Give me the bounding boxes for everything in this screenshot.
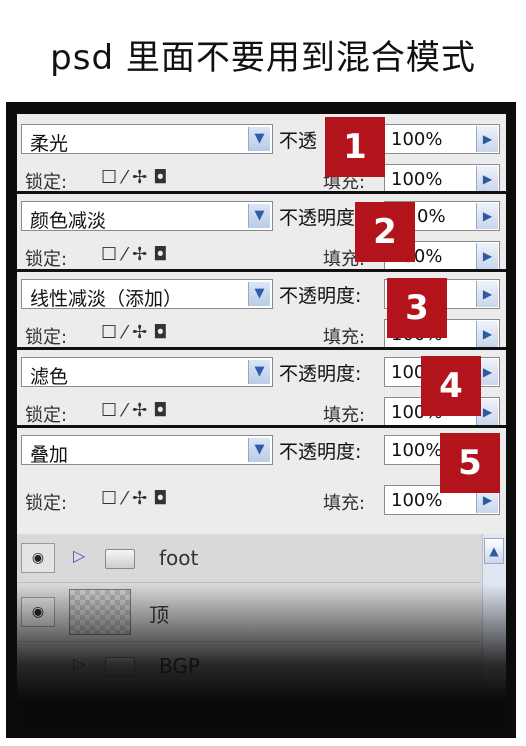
- fill-value: 100%: [391, 490, 443, 511]
- layers-list: ◉ ▷ foot ◉ 顶 ▷ BGP ▲: [17, 534, 506, 730]
- blend-mode-strip-2: 颜色减淡 ▼ 不透明度 0% ▶ 锁定: ☐⁄✢◘ 填充: 100% ▶: [17, 191, 506, 271]
- fill-label: 填充:: [323, 405, 366, 426]
- arrow-right-icon[interactable]: ▶: [476, 166, 498, 192]
- badge-5: 5: [440, 433, 500, 493]
- lock-row: 锁定: ☐⁄✢◘ 填充: 100% ▶: [17, 239, 506, 271]
- opacity-label: 不透: [279, 130, 318, 152]
- badge-1: 1: [325, 117, 385, 177]
- blend-row: 叠加 ▼ 不透明度: 100% ▶: [17, 425, 506, 469]
- blend-mode-select[interactable]: 颜色减淡 ▼: [21, 201, 273, 232]
- blend-mode-select[interactable]: 滤色 ▼: [21, 357, 273, 388]
- lock-icons[interactable]: ☐⁄✢◘: [101, 167, 173, 188]
- fill-label: 填充:: [323, 493, 366, 514]
- blend-mode-label: 叠加: [30, 444, 69, 466]
- arrow-right-icon[interactable]: ▶: [476, 281, 498, 307]
- blend-mode-select[interactable]: 叠加 ▼: [21, 435, 273, 466]
- layer-name: BGP: [159, 654, 200, 678]
- fill-value: 100%: [391, 169, 443, 190]
- badge-3: 3: [387, 278, 447, 338]
- list-item[interactable]: ◉ 顶: [17, 583, 481, 642]
- layers-panel: 柔光 ▼ 不透 100% ▶ 锁定: ☐⁄✢◘ 填充: 100% ▶ 1 颜色减…: [17, 114, 506, 730]
- arrow-right-icon[interactable]: ▶: [476, 321, 498, 347]
- scrollbar[interactable]: ▲: [482, 534, 506, 730]
- arrow-right-icon[interactable]: ▶: [476, 243, 498, 269]
- layer-thumbnail: [69, 589, 131, 635]
- chevron-down-icon[interactable]: ▼: [248, 127, 270, 151]
- lock-icons[interactable]: ☐⁄✢◘: [101, 488, 173, 509]
- blend-row: 柔光 ▼ 不透 100% ▶: [17, 114, 506, 158]
- lock-label: 锁定:: [25, 249, 68, 270]
- scroll-up-icon[interactable]: ▲: [484, 538, 504, 564]
- lock-row: 锁定: ☐⁄✢◘ 填充: 100% ▶: [17, 162, 506, 194]
- opacity-value: 0%: [417, 206, 446, 227]
- opacity-value: 100%: [391, 440, 443, 461]
- lock-icons[interactable]: ☐⁄✢◘: [101, 322, 173, 343]
- chevron-down-icon[interactable]: ▼: [248, 204, 270, 228]
- opacity-value: 100%: [391, 129, 443, 150]
- fill-field[interactable]: 100% ▶: [384, 164, 500, 194]
- disclosure-triangle-icon[interactable]: ▷: [73, 546, 85, 565]
- blend-mode-select[interactable]: 柔光 ▼: [21, 124, 273, 155]
- opacity-label: 不透明度: [279, 207, 356, 229]
- blend-mode-label: 柔光: [30, 133, 69, 155]
- badge-2: 2: [355, 202, 415, 262]
- lock-row: 锁定: ☐⁄✢◘ 填充: 100% ▶: [17, 483, 506, 519]
- folder-icon: [105, 549, 135, 569]
- opacity-label: 不透明度:: [279, 363, 362, 385]
- lock-icons[interactable]: ☐⁄✢◘: [101, 244, 173, 265]
- blend-row: 颜色减淡 ▼ 不透明度 0% ▶: [17, 191, 506, 235]
- lock-label: 锁定:: [25, 493, 68, 514]
- blend-mode-label: 颜色减淡: [30, 210, 107, 232]
- chevron-down-icon[interactable]: ▼: [248, 438, 270, 462]
- eye-icon[interactable]: ◉: [21, 597, 55, 627]
- badge-4: 4: [421, 356, 481, 416]
- lock-icons[interactable]: ☐⁄✢◘: [101, 400, 173, 421]
- layer-name: foot: [159, 546, 199, 570]
- folder-icon: [105, 657, 135, 677]
- lock-label: 锁定:: [25, 327, 68, 348]
- blend-mode-label: 滤色: [30, 366, 69, 388]
- opacity-field[interactable]: 100% ▶: [384, 124, 500, 154]
- arrow-right-icon[interactable]: ▶: [476, 203, 498, 229]
- blend-mode-label: 线性减淡（添加）: [30, 288, 183, 310]
- page-title: psd 里面不要用到混合模式: [50, 38, 476, 78]
- lock-label: 锁定:: [25, 405, 68, 426]
- opacity-label: 不透明度:: [279, 441, 362, 463]
- arrow-right-icon[interactable]: ▶: [476, 126, 498, 152]
- list-item[interactable]: ◉ ▷ foot: [17, 534, 481, 583]
- layer-name: 顶: [149, 603, 169, 627]
- disclosure-triangle-icon[interactable]: ▷: [73, 654, 85, 673]
- list-item[interactable]: ▷ BGP: [17, 642, 481, 691]
- chevron-down-icon[interactable]: ▼: [248, 282, 270, 306]
- blend-mode-select[interactable]: 线性减淡（添加） ▼: [21, 279, 273, 310]
- fill-label: 填充:: [323, 327, 366, 348]
- chevron-down-icon[interactable]: ▼: [248, 360, 270, 384]
- eye-icon[interactable]: ◉: [21, 543, 55, 573]
- opacity-label: 不透明度:: [279, 285, 362, 307]
- blend-mode-strip-5: 叠加 ▼ 不透明度: 100% ▶ 锁定: ☐⁄✢◘ 填充: 100% ▶: [17, 425, 506, 535]
- blend-mode-strip-1: 柔光 ▼ 不透 100% ▶ 锁定: ☐⁄✢◘ 填充: 100% ▶: [17, 114, 506, 194]
